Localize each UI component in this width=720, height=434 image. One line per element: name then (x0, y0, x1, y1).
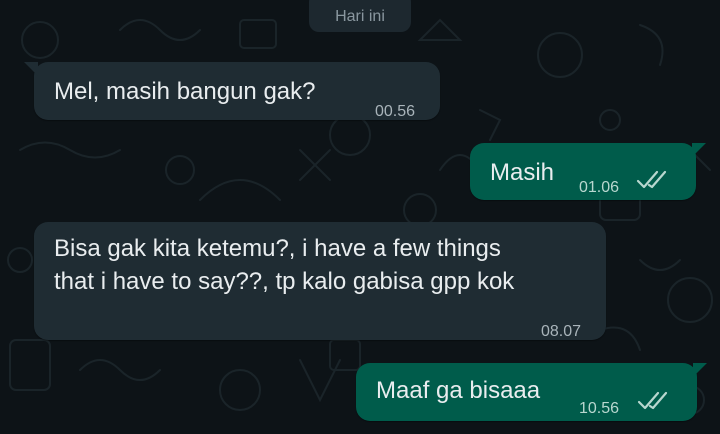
double-check-icon (636, 170, 667, 189)
chat-view: Hari ini Mel, masih bangun gak? 00.56 Ma… (0, 0, 720, 434)
message-bubble-outgoing[interactable]: Maaf ga bisaaa 10.56 (356, 363, 707, 421)
bubble-tail (24, 62, 38, 76)
message-text-line: that i have to say??, tp kalo gabisa gpp… (54, 268, 515, 295)
message-text: Masih (490, 159, 555, 186)
bubble-tail (693, 363, 707, 377)
date-separator-label: Hari ini (335, 8, 385, 25)
message-time: 10.56 (579, 400, 620, 417)
message-bubble-incoming[interactable]: Bisa gak kita ketemu?, i have a few thin… (34, 222, 606, 340)
double-check-icon (637, 391, 668, 410)
message-text: Maaf ga bisaaa (376, 377, 541, 404)
message-time: 01.06 (579, 179, 620, 196)
message-text-line: Bisa gak kita ketemu?, i have a few thin… (54, 235, 501, 262)
message-bubble-incoming[interactable]: Mel, masih bangun gak? 00.56 (24, 62, 440, 120)
message-bubble-outgoing[interactable]: Masih 01.06 (470, 143, 706, 200)
message-time: 00.56 (375, 103, 416, 120)
message-text: Mel, masih bangun gak? (54, 78, 316, 105)
message-time: 08.07 (541, 323, 582, 340)
date-separator: Hari ini (309, 0, 411, 32)
bubble-tail (692, 143, 706, 157)
